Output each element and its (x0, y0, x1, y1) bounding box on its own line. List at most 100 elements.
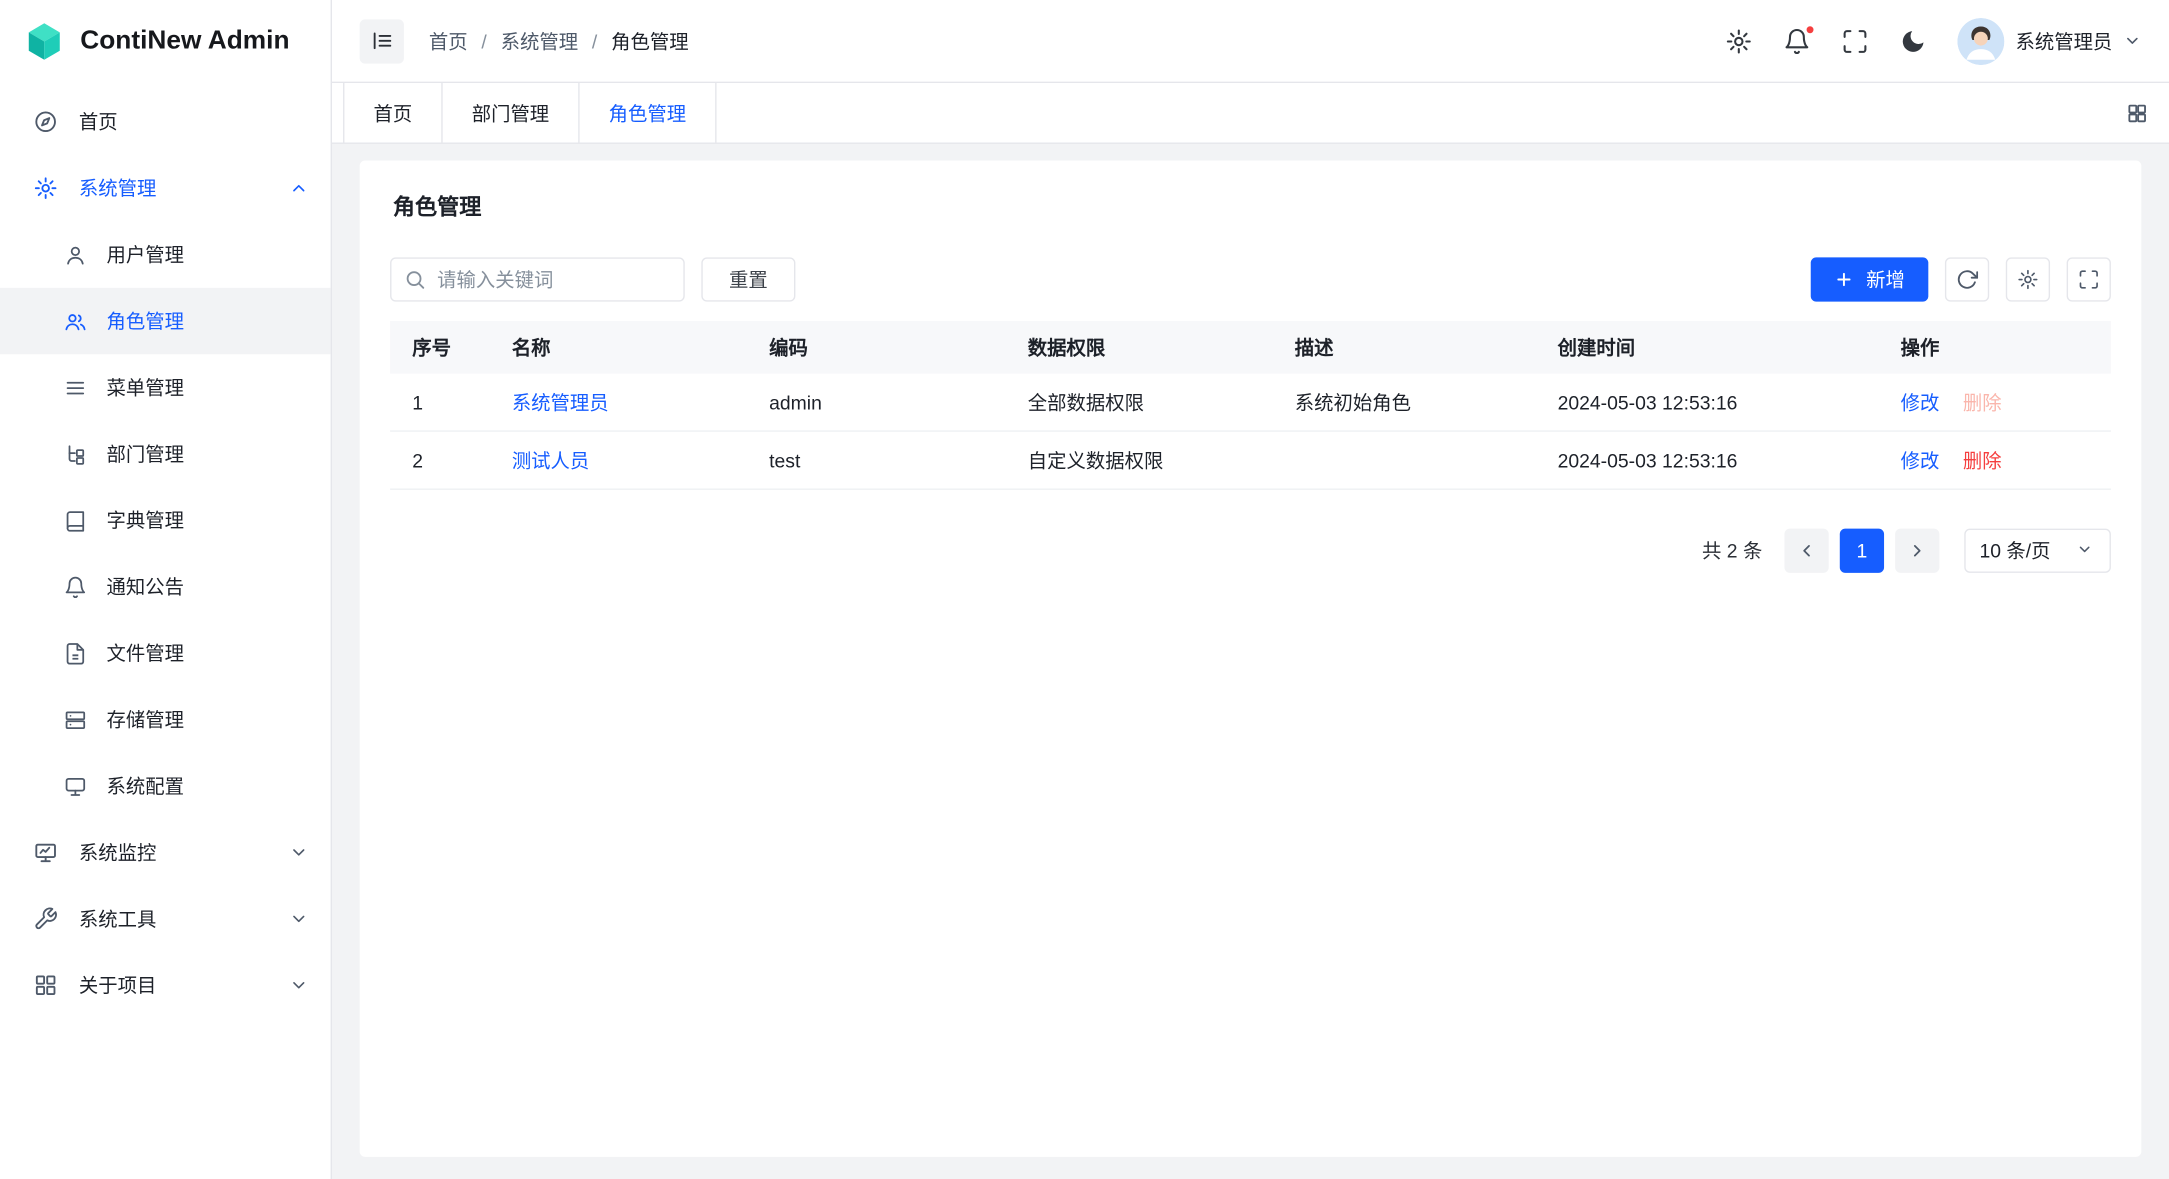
cell-code: test (747, 449, 1006, 471)
content-area: 角色管理 重置 新增 (332, 144, 2169, 1179)
tab-role-management[interactable]: 角色管理 (580, 83, 717, 143)
sidebar-item-about-project[interactable]: 关于项目 (0, 952, 331, 1018)
sidebar-item-label: 关于项目 (79, 971, 269, 999)
page-number-button[interactable]: 1 (1840, 529, 1884, 573)
delete-link[interactable]: 删除 (1963, 446, 2002, 474)
tab-dept-management[interactable]: 部门管理 (443, 83, 580, 143)
toolbar-right: 新增 (1811, 257, 2111, 301)
roles-table: 序号 名称 编码 数据权限 描述 创建时间 操作 1 系统管理员 admin 全… (390, 321, 2111, 490)
sidebar-item-label: 系统管理 (79, 174, 269, 202)
breadcrumb-item-system[interactable]: 系统管理 (501, 27, 578, 55)
tree-icon (64, 442, 88, 466)
fullscreen-icon[interactable] (1841, 27, 1869, 55)
chevron-down-icon (289, 843, 308, 862)
column-header: 名称 (490, 333, 747, 361)
sidebar-item-label: 角色管理 (107, 307, 309, 335)
prev-page-button[interactable] (1784, 529, 1828, 573)
sidebar-item-label: 文件管理 (107, 639, 309, 667)
toolbar: 重置 新增 (390, 257, 2111, 301)
chevron-up-icon (289, 179, 308, 198)
sidebar-item-user-management[interactable]: 用户管理 (0, 221, 331, 287)
sidebar-item-system-management[interactable]: 系统管理 (0, 155, 331, 221)
menu-collapse-button[interactable] (360, 19, 404, 63)
reset-button[interactable]: 重置 (701, 257, 795, 301)
sidebar-item-label: 用户管理 (107, 241, 309, 269)
cell-index: 1 (390, 391, 490, 413)
sidebar-item-system-tools[interactable]: 系统工具 (0, 886, 331, 952)
plus-icon (1834, 270, 1853, 289)
sidebar-item-menu-management[interactable]: 菜单管理 (0, 354, 331, 420)
column-header: 描述 (1273, 333, 1536, 361)
sidebar-item-label: 首页 (79, 108, 309, 136)
column-header: 数据权限 (1006, 333, 1273, 361)
sidebar-item-dict-management[interactable]: 字典管理 (0, 487, 331, 553)
bell-icon (64, 575, 88, 599)
sidebar-item-label: 通知公告 (107, 573, 309, 601)
wrench-icon (33, 906, 58, 931)
tab-list-grid-icon[interactable] (2105, 83, 2169, 143)
role-management-card: 角色管理 重置 新增 (360, 161, 2142, 1157)
cell-description: 系统初始角色 (1273, 388, 1536, 416)
server-icon (64, 708, 88, 732)
table-settings-button[interactable] (2006, 257, 2050, 301)
column-header: 序号 (390, 333, 490, 361)
user-menu[interactable]: 系统管理员 (1957, 17, 2141, 64)
app-title: ContiNew Admin (80, 26, 289, 56)
table-row: 1 系统管理员 admin 全部数据权限 系统初始角色 2024-05-03 1… (390, 374, 2111, 432)
sidebar-item-role-management[interactable]: 角色管理 (0, 288, 331, 354)
role-name-link[interactable]: 系统管理员 (490, 388, 747, 416)
home-icon (33, 109, 58, 134)
dark-mode-moon-icon[interactable] (1899, 27, 1927, 55)
next-page-button[interactable] (1895, 529, 1939, 573)
notification-bell-icon[interactable] (1783, 27, 1811, 55)
breadcrumb-separator: / (592, 30, 597, 52)
sidebar-item-system-config[interactable]: 系统配置 (0, 753, 331, 819)
sidebar-item-storage-management[interactable]: 存储管理 (0, 686, 331, 752)
app-logo-icon (22, 19, 66, 63)
breadcrumb: 首页 / 系统管理 / 角色管理 (429, 27, 689, 55)
menu-fold-icon (370, 29, 394, 53)
refresh-button[interactable] (1945, 257, 1989, 301)
sidebar-item-notice[interactable]: 通知公告 (0, 554, 331, 620)
tab-label: 首页 (373, 99, 412, 127)
pagination: 共 2 条 1 10 条/页 (390, 529, 2111, 573)
cell-data-scope: 全部数据权限 (1006, 388, 1273, 416)
cell-data-scope: 自定义数据权限 (1006, 446, 1273, 474)
book-icon (64, 509, 88, 533)
settings-icon[interactable] (1725, 27, 1753, 55)
monitor-icon (64, 774, 88, 798)
chevron-down-icon (289, 976, 308, 995)
sidebar-submenu-system: 用户管理 角色管理 菜单管理 (0, 221, 331, 819)
cell-created-at: 2024-05-03 12:53:16 (1535, 449, 1878, 471)
sidebar-item-dept-management[interactable]: 部门管理 (0, 421, 331, 487)
edit-link[interactable]: 修改 (1901, 446, 1940, 474)
page-size-value: 10 条/页 (1980, 537, 2051, 565)
breadcrumb-separator: / (481, 30, 486, 52)
sidebar-item-label: 部门管理 (107, 440, 309, 468)
sidebar: ContiNew Admin 首页 系统管理 (0, 0, 332, 1179)
tab-home[interactable]: 首页 (343, 83, 443, 143)
delete-link-disabled: 删除 (1963, 388, 2002, 416)
cell-actions: 修改 删除 (1879, 388, 2111, 416)
page-size-select[interactable]: 10 条/页 (1964, 529, 2111, 573)
cell-created-at: 2024-05-03 12:53:16 (1535, 391, 1878, 413)
breadcrumb-item-home[interactable]: 首页 (429, 27, 468, 55)
header: 首页 / 系统管理 / 角色管理 (332, 0, 2169, 83)
search-input[interactable] (390, 257, 685, 301)
sidebar-item-label: 存储管理 (107, 706, 309, 734)
sidebar-item-system-monitor[interactable]: 系统监控 (0, 819, 331, 885)
sidebar-item-home[interactable]: 首页 (0, 89, 331, 155)
user-icon (64, 243, 88, 267)
edit-link[interactable]: 修改 (1901, 388, 1940, 416)
add-button[interactable]: 新增 (1811, 257, 1929, 301)
breadcrumb-item-current: 角色管理 (611, 27, 688, 55)
table-header-row: 序号 名称 编码 数据权限 描述 创建时间 操作 (390, 321, 2111, 374)
column-header: 创建时间 (1535, 333, 1878, 361)
notification-badge (1805, 24, 1815, 34)
table-fullscreen-button[interactable] (2067, 257, 2111, 301)
chevron-left-icon (1797, 541, 1816, 560)
role-name-link[interactable]: 测试人员 (490, 446, 747, 474)
grid-icon (33, 973, 58, 998)
monitor-chart-icon (33, 840, 58, 865)
sidebar-item-file-management[interactable]: 文件管理 (0, 620, 331, 686)
